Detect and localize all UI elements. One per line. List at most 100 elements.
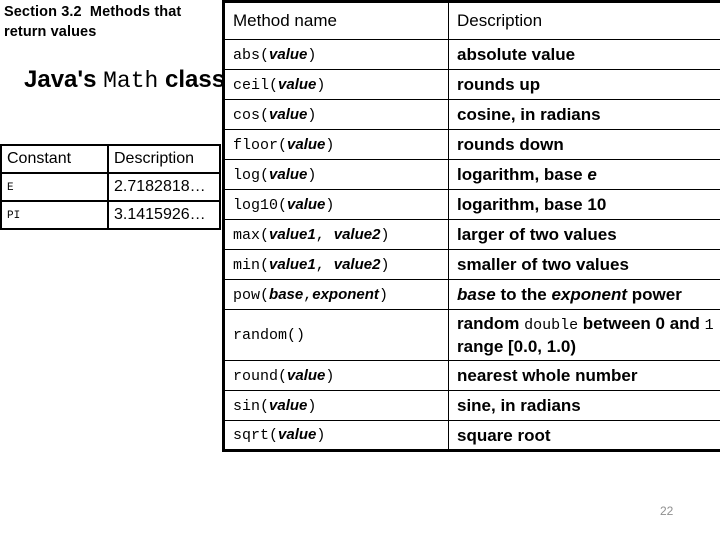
method-signature-cell: floor(value) xyxy=(223,129,449,160)
constant-description-cell: 2.7182818… xyxy=(107,172,221,202)
method-description: rounds up xyxy=(457,75,541,94)
method-identifier: random xyxy=(233,327,288,344)
method-description: logarithm, base e xyxy=(457,165,597,184)
method-signature: max(value1, value2) xyxy=(233,225,390,244)
methods-row: pow(base,exponent) base to the exponent p… xyxy=(223,279,720,310)
method-identifier: sin xyxy=(233,397,261,415)
method-description-part: range [0.0, 1.0) xyxy=(457,337,577,356)
method-identifier: sqrt xyxy=(233,427,270,444)
methods-row: sin(value) sine, in radians xyxy=(223,390,720,421)
method-description: random double between 0 and 1 range [0.0… xyxy=(457,314,714,356)
method-signature: round(value) xyxy=(233,366,335,385)
methods-row: log10(value) logarithm, base 10 xyxy=(223,189,720,220)
constant-name: E xyxy=(7,182,14,194)
method-description-part: exponent xyxy=(551,285,628,304)
method-description-cell: logarithm, base 10 xyxy=(448,189,720,220)
method-identifier: abs xyxy=(233,46,261,64)
constants-table: Constant Description E 2.7182818… PI 3.1415… xyxy=(0,144,221,230)
method-signature: min(value1, value2) xyxy=(233,255,390,274)
method-signature: cos(value) xyxy=(233,105,317,124)
constant-name: PI xyxy=(7,210,21,222)
constant-description: 3.1415926… xyxy=(114,206,206,223)
slide-title: Java's Math class xyxy=(24,63,224,97)
method-signature: ceil(value) xyxy=(233,75,326,94)
method-signature: random() xyxy=(233,327,306,344)
method-description-part: logarithm, base xyxy=(457,165,588,184)
methods-row: random() random double between 0 and 1 ra… xyxy=(223,309,720,361)
constants-header-row: Constant Description xyxy=(0,144,221,174)
method-parameter: value1 xyxy=(269,255,316,273)
method-signature-cell: min(value1, value2) xyxy=(223,249,449,280)
method-description-cell: nearest whole number xyxy=(448,360,720,391)
method-description-cell: smaller of two values xyxy=(448,249,720,280)
methods-header-method-name: Method name xyxy=(223,1,449,40)
method-identifier: max xyxy=(233,226,261,244)
method-parameter: value xyxy=(269,396,308,414)
constants-header-constant: Constant xyxy=(0,144,109,174)
slide-title-prefix: Java's xyxy=(24,66,104,93)
method-parameter: value xyxy=(287,195,326,213)
method-signature-cell: random() xyxy=(223,309,449,361)
method-signature: floor(value) xyxy=(233,135,335,154)
method-signature-cell: ceil(value) xyxy=(223,69,449,100)
method-parameter: value xyxy=(278,75,317,93)
methods-row: log(value) logarithm, base e xyxy=(223,159,720,190)
constants-row: PI 3.1415926… xyxy=(0,200,221,230)
method-description-part: to the xyxy=(495,285,552,304)
method-parameter: value xyxy=(269,165,308,183)
method-identifier: log10 xyxy=(233,196,279,214)
method-description: sine, in radians xyxy=(457,396,581,415)
methods-row: min(value1, value2) smaller of two values xyxy=(223,249,720,280)
method-signature-cell: round(value) xyxy=(223,360,449,391)
method-description-part: 1 xyxy=(704,317,714,334)
method-description-part: between 0 and xyxy=(578,314,705,333)
method-description-part: random xyxy=(457,314,525,333)
method-parameter: value xyxy=(269,105,308,123)
method-description-part: double xyxy=(524,317,579,334)
method-description-cell: sine, in radians xyxy=(448,390,720,421)
method-identifier: log xyxy=(233,166,261,184)
methods-row: abs(value) absolute value xyxy=(223,39,720,70)
method-description: square root xyxy=(457,425,551,445)
method-description-cell: base to the exponent power xyxy=(448,279,720,310)
method-description: larger of two values xyxy=(457,225,617,244)
method-identifier: round xyxy=(233,367,279,385)
method-signature-cell: sin(value) xyxy=(223,390,449,421)
methods-row: cos(value) cosine, in radians xyxy=(223,99,720,130)
method-description-cell: square root xyxy=(448,420,720,451)
method-identifier: min xyxy=(233,256,261,274)
method-signature-cell: max(value1, value2) xyxy=(223,219,449,250)
method-description-cell: absolute value xyxy=(448,39,720,70)
method-parameter: value xyxy=(287,366,326,384)
method-signature-cell: sqrt(value) xyxy=(223,420,449,451)
method-parameter: value xyxy=(278,426,317,443)
method-description: nearest whole number xyxy=(457,366,638,385)
method-description-cell: rounds down xyxy=(448,129,720,160)
section-heading: Section 3.2 Methods that return values xyxy=(4,4,186,40)
methods-table: Method name Description abs(value) absolu… xyxy=(222,0,720,452)
methods-body: abs(value) absolute value ceil(value) round… xyxy=(223,39,720,451)
slide-title-math-keyword: Math xyxy=(103,68,159,94)
method-description: logarithm, base 10 xyxy=(457,195,607,214)
method-signature-cell: abs(value) xyxy=(223,39,449,70)
method-description-part: base xyxy=(457,285,496,304)
method-parameter: value xyxy=(287,135,326,153)
method-signature: sqrt(value) xyxy=(233,426,326,444)
method-description-part: power xyxy=(627,285,682,304)
constant-description: 2.7182818… xyxy=(114,178,206,195)
method-parameter: value1 xyxy=(269,225,316,243)
methods-row: max(value1, value2) larger of two values xyxy=(223,219,720,250)
method-signature-cell: log10(value) xyxy=(223,189,449,220)
method-identifier: floor xyxy=(233,136,279,154)
constant-description-cell: 3.1415926… xyxy=(107,200,221,230)
methods-row: ceil(value) rounds up xyxy=(223,69,720,100)
constants-header-description: Description xyxy=(107,144,221,174)
method-description-cell: random double between 0 and 1 range [0.0… xyxy=(448,309,720,361)
method-identifier: ceil xyxy=(233,76,270,94)
methods-row: sqrt(value) square root xyxy=(223,420,720,451)
constant-name-cell: E xyxy=(0,172,109,202)
method-signature-cell: log(value) xyxy=(223,159,449,190)
method-identifier: cos xyxy=(233,106,261,124)
methods-header-description: Description xyxy=(448,1,720,40)
method-signature: pow(base,exponent) xyxy=(233,285,388,304)
